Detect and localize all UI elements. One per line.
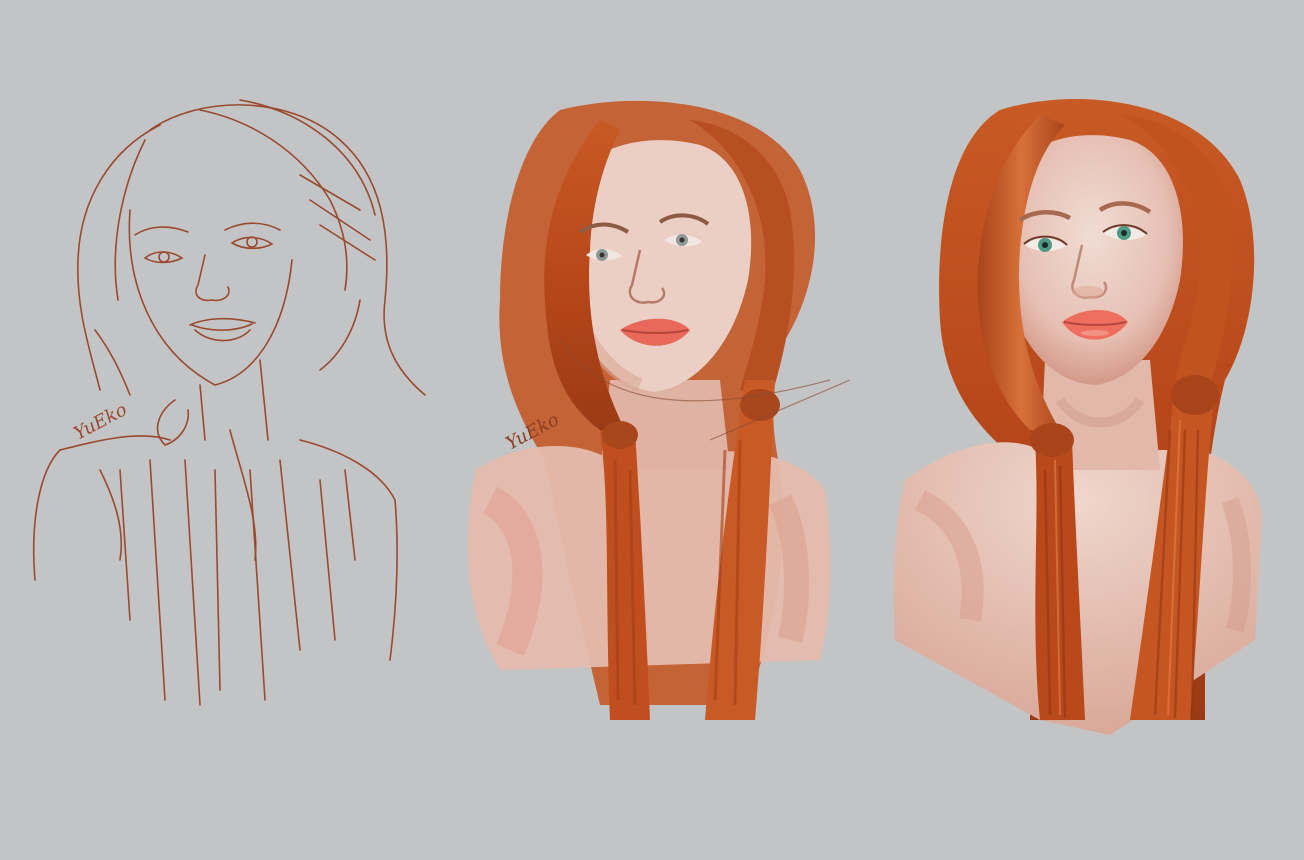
colorblock-portrait bbox=[468, 100, 851, 720]
sketch-portrait bbox=[32, 99, 426, 706]
artwork-canvas: YuEko YuEko bbox=[32, 98, 1262, 735]
final-portrait bbox=[894, 98, 1262, 735]
